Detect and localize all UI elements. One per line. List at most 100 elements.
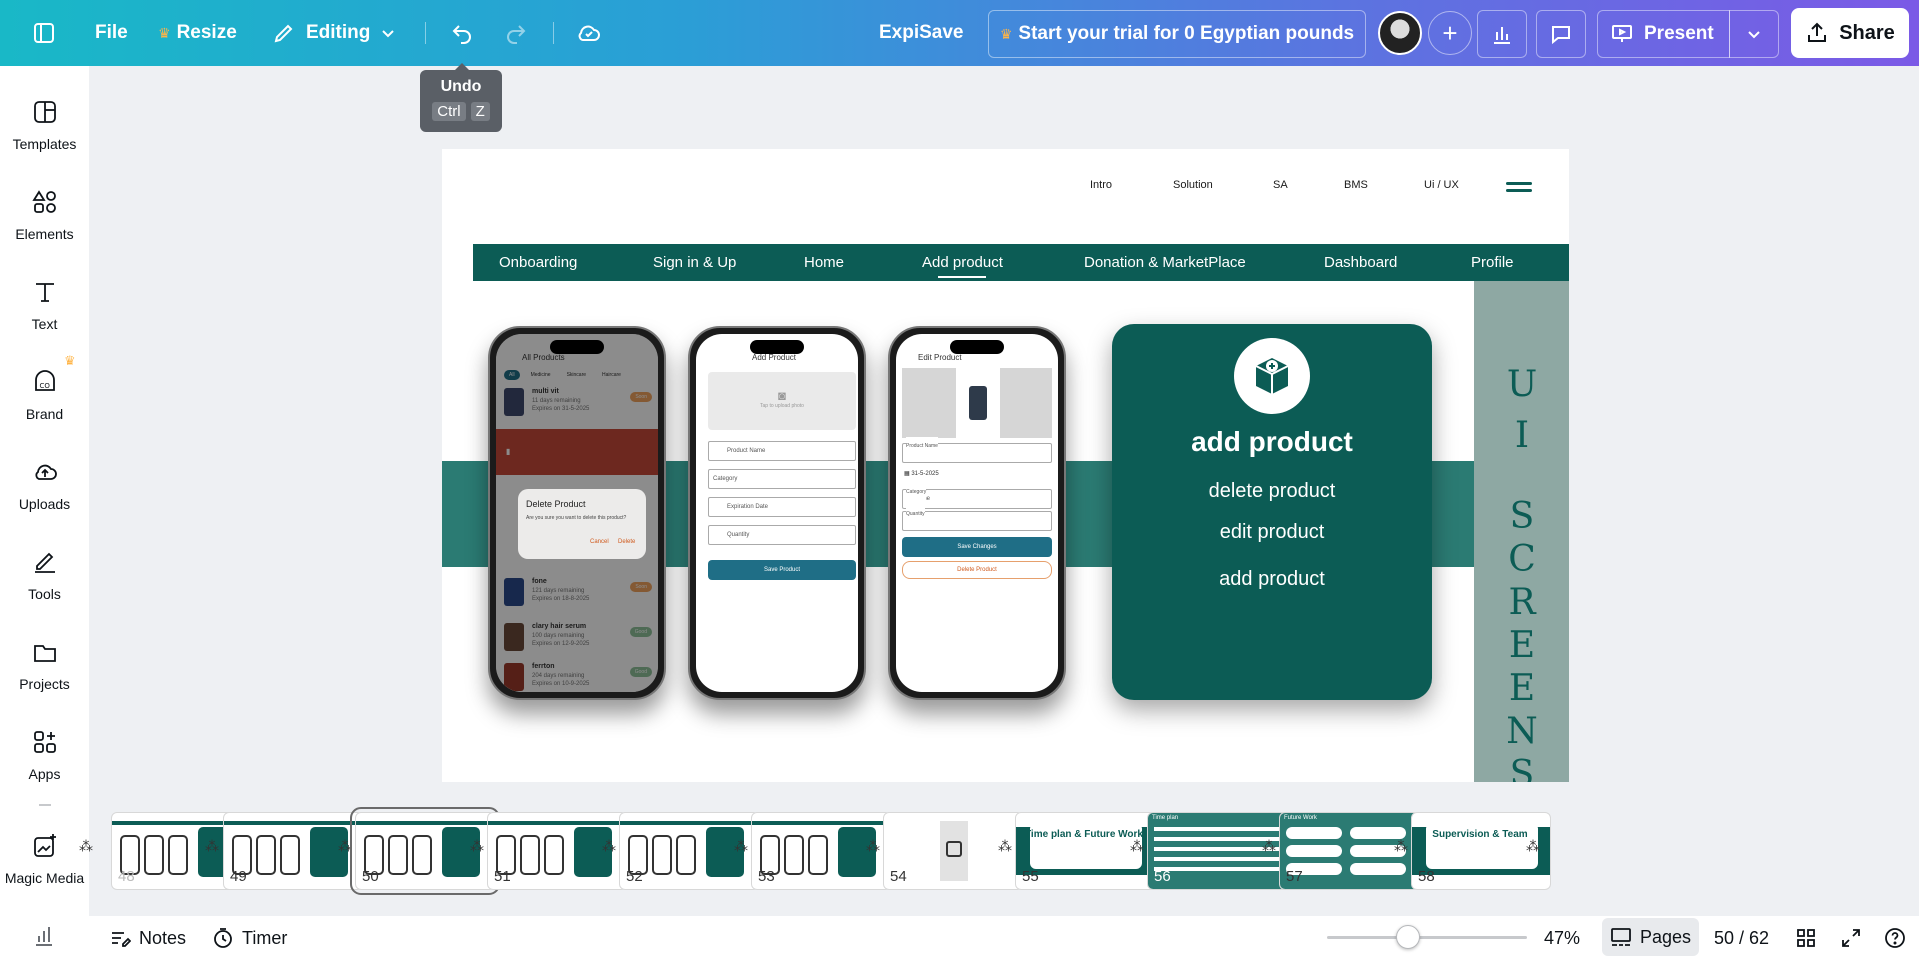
sidebar-item-apps[interactable]: Apps <box>0 728 89 782</box>
timer-button[interactable]: Timer <box>212 916 287 960</box>
redo-button[interactable] <box>504 0 528 66</box>
transition-icon[interactable]: ⁂ <box>205 838 221 854</box>
insights-button[interactable] <box>1477 10 1527 58</box>
start-trial-button[interactable]: ♛ Start your trial for 0 Egyptian pounds <box>988 10 1366 58</box>
screen-title: Edit Product <box>918 353 962 362</box>
undo-button[interactable] <box>450 0 474 66</box>
sidebar-toggle-button[interactable] <box>32 0 56 66</box>
notes-button[interactable]: Notes <box>109 916 186 960</box>
transition-icon[interactable]: ⁂ <box>338 838 354 854</box>
fullscreen-button[interactable] <box>1840 916 1862 960</box>
slide-nav-solution: Solution <box>1173 179 1213 191</box>
present-options-button[interactable] <box>1729 10 1779 58</box>
dialog-delete: Delete <box>618 539 636 545</box>
sidebar-item-uploads[interactable]: Uploads <box>0 458 89 512</box>
trial-label: Start your trial for 0 Egyptian pounds <box>1018 23 1355 44</box>
transition-icon[interactable]: ⁂ <box>866 838 882 854</box>
dialog-title: Delete Product <box>526 499 586 509</box>
sidebar-item-magic-media[interactable]: Magic Media <box>0 832 89 886</box>
help-button[interactable] <box>1884 916 1906 960</box>
transition-icon[interactable]: ⁂ <box>470 838 486 854</box>
dialog-cancel: Cancel <box>590 539 609 545</box>
timer-label: Timer <box>242 927 288 948</box>
sidebar-item-projects[interactable]: Projects <box>0 638 89 692</box>
product-photo <box>956 368 1000 438</box>
crown-icon: ♛ <box>64 353 76 368</box>
quantity-field: Quantity 1 <box>902 505 1052 531</box>
photo-upload-area: ◙ Tap to upload photo <box>708 372 856 430</box>
thumb-phone <box>676 835 696 875</box>
transition-icon[interactable]: ⁂ <box>1262 838 1278 854</box>
card-item: add product <box>1219 568 1325 590</box>
svg-text:CO: CO <box>39 382 50 390</box>
share-upload-icon <box>1808 22 1827 42</box>
slide-menu-signin: Sign in & Up <box>653 254 737 271</box>
category-field: Category <box>708 469 856 489</box>
sidebar-item-label: Apps <box>28 766 61 782</box>
resize-button[interactable]: ♛ Resize <box>158 0 237 66</box>
bottle-shape <box>969 386 987 420</box>
transition-icon[interactable]: ⁂ <box>1526 838 1542 854</box>
transition-icon[interactable]: ⁂ <box>602 838 618 854</box>
add-collaborator-button[interactable]: + <box>1428 0 1472 66</box>
projects-icon <box>33 645 56 662</box>
insights-small-icon[interactable] <box>32 924 56 953</box>
zoom-slider-track[interactable] <box>1327 936 1527 939</box>
save-changes-button: Save Changes <box>902 537 1052 557</box>
sidebar-item-tools[interactable]: Tools <box>0 548 89 602</box>
product-name-field: Product Name <box>708 441 856 461</box>
notes-icon <box>112 932 131 947</box>
cloud-check-icon <box>578 25 600 41</box>
zoom-value-button[interactable]: 47% <box>1544 916 1580 960</box>
thumb-phone <box>144 835 164 875</box>
phone-notch <box>950 340 1004 354</box>
page-number: 48 <box>118 868 135 885</box>
delete-dialog: Delete Product Are you sure you want to … <box>518 489 646 559</box>
undo-icon <box>452 25 471 44</box>
phone-mockup-add: Add Product ◙ Tap to upload photo Produc… <box>688 326 866 700</box>
present-icon <box>1612 25 1632 42</box>
slide-canvas[interactable]: Intro Solution SA BMS Ui / UX Onboarding… <box>442 149 1569 782</box>
slide-vertical-title: UI SCREENS <box>1474 364 1569 782</box>
card-item: edit product <box>1219 521 1325 543</box>
slide-menu-home: Home <box>804 254 845 271</box>
timer-icon <box>214 928 232 948</box>
editing-mode-button[interactable]: Editing <box>272 0 396 66</box>
transition-icon[interactable]: ⁂ <box>998 838 1014 854</box>
file-menu-button[interactable]: File <box>95 0 128 66</box>
transition-icon[interactable]: ⁂ <box>734 838 750 854</box>
feature-card: add product delete product edit product … <box>1112 324 1432 700</box>
sidebar-item-label: Uploads <box>18 496 71 512</box>
templates-icon <box>33 101 56 123</box>
crown-icon: ♛ <box>999 25 1013 42</box>
thumb-pill <box>1286 827 1342 839</box>
thumb-bar <box>356 821 494 825</box>
shortcut-key: Z <box>470 102 490 121</box>
sidebar-item-templates[interactable]: Templates <box>0 98 89 152</box>
plus-icon: + <box>1428 11 1472 55</box>
chevron-down-icon <box>1748 31 1760 39</box>
document-title[interactable]: ExpiSave <box>879 0 964 66</box>
sidebar-item-brand[interactable]: CO Brand <box>0 368 89 422</box>
pages-icon <box>1611 928 1631 946</box>
page-counter[interactable]: 50 / 62 <box>1714 916 1769 960</box>
delete-product-button: Delete Product <box>902 561 1052 579</box>
expiration-date-field: Expiration Date <box>708 497 856 517</box>
present-button[interactable]: Present <box>1597 10 1730 58</box>
comments-button[interactable] <box>1536 10 1586 58</box>
page-number: 50 <box>362 868 379 885</box>
thumb-bar <box>752 821 890 825</box>
transition-icon[interactable]: ⁂ <box>1394 838 1410 854</box>
grid-view-button[interactable] <box>1795 916 1817 960</box>
phone-notch <box>750 340 804 354</box>
zoom-slider-handle[interactable] <box>1396 925 1420 949</box>
vertical-title-screens: SCREENS <box>1501 496 1543 782</box>
save-status-button[interactable] <box>577 0 601 66</box>
pages-button[interactable]: Pages <box>1602 918 1699 956</box>
sidebar-item-text[interactable]: Text <box>0 278 89 332</box>
transition-icon[interactable]: ⁂ <box>79 838 95 854</box>
share-button[interactable]: Share <box>1791 8 1909 58</box>
transition-icon[interactable]: ⁂ <box>1130 838 1146 854</box>
sidebar-item-elements[interactable]: Elements <box>0 188 89 242</box>
collaborator-avatar[interactable] <box>1378 0 1422 66</box>
